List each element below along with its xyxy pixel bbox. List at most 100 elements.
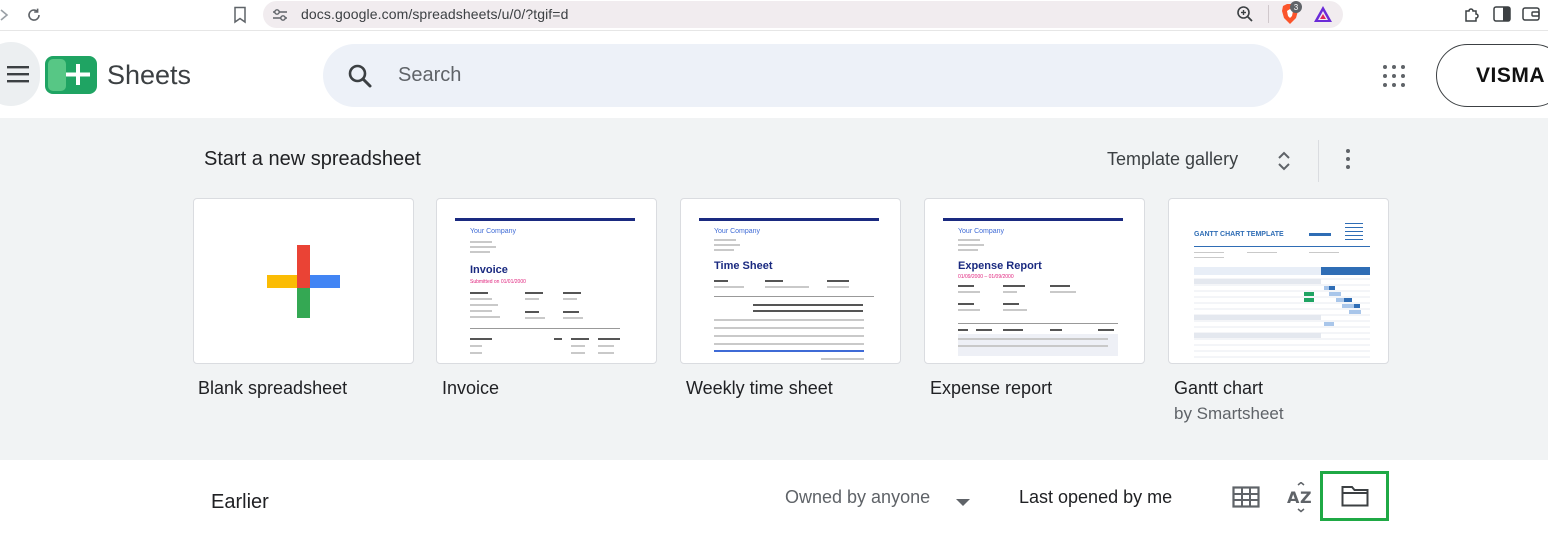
url-text[interactable]: docs.google.com/spreadsheets/u/0/?tgif=d (301, 6, 568, 22)
preview-title: Time Sheet (714, 260, 773, 272)
preview-line (470, 246, 496, 248)
template-weekly-time-sheet[interactable]: Your Company Time Sheet (680, 198, 901, 364)
grid-view-icon[interactable] (1230, 484, 1262, 510)
template-label[interactable]: Expense report (930, 378, 1052, 399)
doc-header-rule (699, 218, 879, 221)
preview-line (1003, 329, 1023, 331)
preview-subtitle: Submitted on 01/01/2000 (470, 279, 526, 285)
preview-line (753, 310, 863, 312)
folder-icon (1341, 486, 1368, 507)
site-settings-icon[interactable] (271, 6, 289, 24)
preview-rule (1194, 246, 1370, 247)
doc-header-rule (455, 218, 635, 221)
preview-line (714, 280, 728, 282)
preview-line (598, 352, 614, 354)
preview-line (470, 241, 492, 243)
preview-line (976, 329, 992, 331)
main-menu-button[interactable] (0, 42, 40, 106)
preview-line (470, 251, 490, 253)
preview-line (571, 345, 585, 347)
reload-icon[interactable] (22, 3, 46, 27)
preview-line (470, 352, 482, 354)
preview-line (714, 350, 864, 352)
preview-line (1345, 227, 1363, 228)
template-expense-report[interactable]: Your Company Expense Report 01/09/2000 –… (924, 198, 1145, 364)
preview-rule (470, 328, 620, 329)
google-apps-icon[interactable] (1383, 65, 1405, 87)
sort-az-icon[interactable]: AZ (1285, 482, 1317, 514)
preview-line (1194, 257, 1224, 258)
app-name[interactable]: Sheets (107, 60, 191, 91)
preview-line (1098, 329, 1114, 331)
preview-line (1003, 291, 1017, 293)
preview-line (470, 338, 492, 340)
preview-line (714, 319, 864, 321)
preview-line (571, 338, 589, 340)
dropdown-arrow-icon[interactable] (956, 494, 970, 506)
preview-line (563, 317, 583, 319)
extensions-icon[interactable] (1462, 4, 1482, 24)
template-gantt-chart[interactable]: GANTT CHART TEMPLATE (1168, 198, 1389, 364)
wallet-icon[interactable] (1521, 4, 1541, 24)
template-blank[interactable] (193, 198, 414, 364)
preview-line (470, 298, 492, 300)
preview-title: GANTT CHART TEMPLATE (1194, 231, 1284, 238)
owner-filter-dropdown[interactable]: Owned by anyone (785, 487, 930, 508)
sort-by-last-opened[interactable]: Last opened by me (1019, 487, 1172, 508)
preview-line (958, 291, 980, 293)
unfold-icon[interactable] (1276, 149, 1292, 173)
preview-line (1003, 309, 1027, 311)
forward-icon[interactable] (0, 3, 16, 27)
template-gallery-label[interactable]: Template gallery (1107, 149, 1238, 170)
brave-rewards-icon[interactable] (1312, 4, 1334, 24)
template-invoice[interactable]: Your Company Invoice Submitted on 01/01/… (436, 198, 657, 364)
preview-title: Invoice (470, 264, 508, 276)
template-label[interactable]: Weekly time sheet (686, 378, 833, 399)
sheets-logo-icon[interactable] (45, 56, 97, 94)
preview-line (753, 304, 863, 306)
preview-line (827, 280, 849, 282)
preview-line (1003, 285, 1025, 287)
preview-line (714, 335, 864, 337)
preview-line (714, 249, 734, 251)
preview-title: Expense Report (958, 260, 1042, 272)
preview-line (821, 358, 864, 360)
template-label[interactable]: Invoice (442, 378, 499, 399)
preview-line (958, 249, 978, 251)
preview-line (958, 309, 980, 311)
preview-line (470, 316, 500, 318)
preview-line (714, 343, 864, 345)
preview-line (714, 327, 864, 329)
svg-text:A: A (1287, 488, 1300, 507)
open-file-picker-button[interactable] (1320, 471, 1389, 521)
preview-line (470, 310, 492, 312)
doc-header-rule (943, 218, 1123, 221)
sidebar-icon[interactable] (1492, 4, 1512, 24)
preview-line (958, 244, 984, 246)
more-options-icon[interactable] (1336, 146, 1360, 172)
preview-rule (958, 323, 1118, 324)
template-label[interactable]: Blank spreadsheet (198, 378, 347, 399)
preview-line (1050, 329, 1062, 331)
plus-icon (267, 245, 340, 318)
hamburger-icon (7, 66, 29, 83)
bookmark-icon[interactable] (228, 3, 252, 27)
preview-line (571, 352, 585, 354)
preview-line (1050, 291, 1076, 293)
preview-company: Your Company (714, 228, 761, 235)
preview-line (525, 292, 543, 294)
preview-line (714, 286, 744, 288)
template-label[interactable]: Gantt chart (1174, 378, 1263, 399)
zoom-icon[interactable] (1235, 4, 1255, 24)
preview-line (470, 292, 488, 294)
preview-line (1003, 303, 1019, 305)
preview-line (563, 311, 579, 313)
preview-line (714, 244, 740, 246)
preview-line (470, 304, 498, 306)
brave-shields-icon[interactable]: 3 (1279, 1, 1302, 26)
search-input[interactable]: Search (398, 64, 461, 87)
preview-company: Your Company (958, 228, 1005, 235)
search-icon[interactable] (347, 63, 373, 89)
search-box[interactable] (323, 44, 1283, 107)
preview-line (958, 345, 1108, 347)
